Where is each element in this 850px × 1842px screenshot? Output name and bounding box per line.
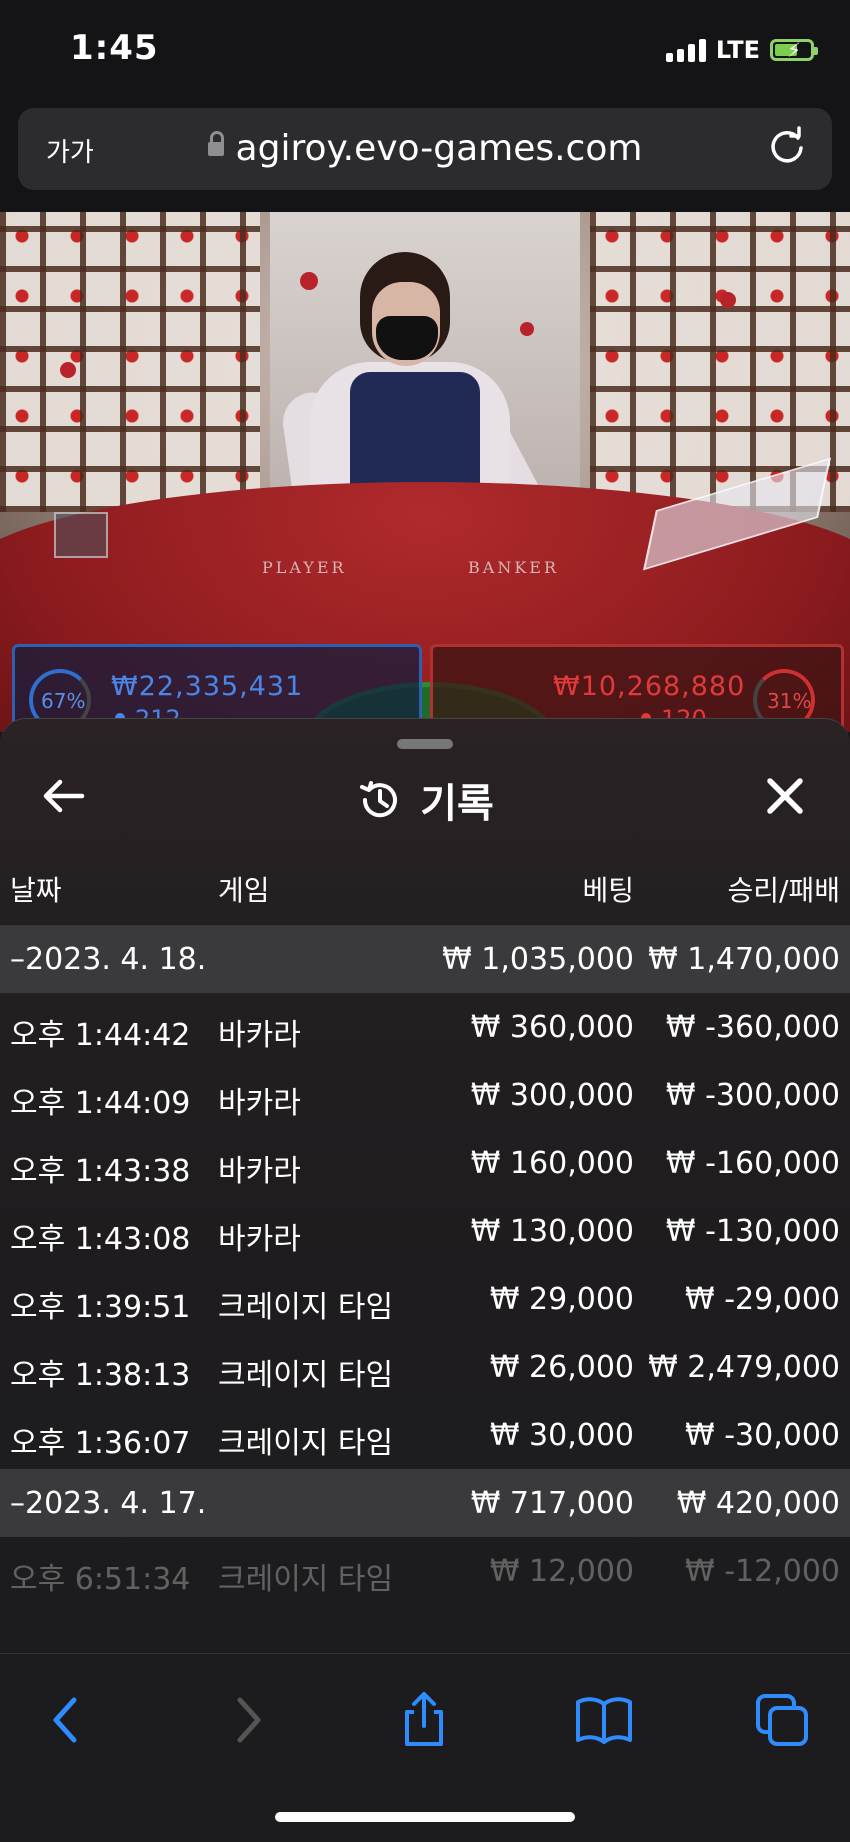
card-holder: [54, 512, 108, 558]
close-icon[interactable]: [758, 769, 812, 823]
status-indicators: LTE ⚡: [665, 36, 818, 64]
blossom-decor: [720, 292, 736, 308]
player-percent: 67%: [41, 689, 86, 713]
group-bet-total: ₩ 717,000: [470, 1486, 634, 1521]
row-bet: ₩ 160,000: [470, 1146, 634, 1181]
row-result: ₩ 2,479,000: [648, 1350, 840, 1385]
group-bet-total: ₩ 1,035,000: [442, 942, 634, 977]
group-date: –2023. 4. 17.: [10, 1486, 207, 1521]
row-game: 바카라: [218, 1222, 301, 1257]
row-time: 오후 6:51:34: [10, 1562, 191, 1597]
reload-icon[interactable]: [764, 124, 810, 170]
url-display[interactable]: agiroy.evo-games.com: [18, 128, 832, 169]
player-bet-amount: ₩22,335,431: [111, 671, 304, 702]
history-header: 기록: [0, 771, 850, 829]
network-label: LTE: [715, 36, 760, 64]
blossom-decor: [60, 362, 76, 378]
table-row[interactable]: 오후 6:51:34 크레이지 타임 ₩ 12,000 ₩ -12,000: [0, 1537, 850, 1605]
status-time: 1:45: [70, 28, 159, 68]
row-result: ₩ -160,000: [665, 1146, 840, 1181]
bookmarks-icon[interactable]: [574, 1690, 634, 1750]
group-result-total: ₩ 1,470,000: [648, 942, 840, 977]
row-game: 바카라: [218, 1086, 301, 1121]
column-header-game: 게임: [218, 874, 270, 907]
back-icon[interactable]: [36, 1690, 96, 1750]
row-result: ₩ -130,000: [665, 1214, 840, 1249]
history-icon: [360, 781, 398, 818]
date-group-row[interactable]: –2023. 4. 18. ₩ 1,035,000 ₩ 1,470,000: [0, 925, 850, 993]
row-time: 오후 1:39:51: [10, 1290, 191, 1325]
row-bet: ₩ 29,000: [489, 1282, 634, 1317]
home-indicator[interactable]: [275, 1812, 575, 1822]
blossom-decor: [300, 272, 318, 290]
column-header-bet: 베팅: [582, 874, 634, 907]
column-header-date: 날짜: [10, 874, 62, 907]
blossom-decor: [520, 322, 534, 336]
live-video-stream[interactable]: PLAYER BANKER 67% ₩22,335,431 212 ₩10,26…: [0, 212, 850, 732]
group-result-total: ₩ 420,000: [676, 1486, 840, 1521]
row-result: ₩ -29,000: [685, 1282, 840, 1317]
banker-bet-amount: ₩10,268,880: [553, 671, 746, 702]
table-row[interactable]: 오후 1:44:42 바카라 ₩ 360,000 ₩ -360,000: [0, 993, 850, 1061]
row-game: 바카라: [218, 1154, 301, 1189]
table-row[interactable]: 오후 1:44:09 바카라 ₩ 300,000 ₩ -300,000: [0, 1061, 850, 1129]
history-table: –2023. 4. 18. ₩ 1,035,000 ₩ 1,470,000 오후…: [0, 925, 850, 1605]
row-time: 오후 1:36:07: [10, 1426, 191, 1461]
battery-icon: ⚡: [770, 38, 818, 62]
table-label-banker: BANKER: [468, 558, 559, 577]
address-bar[interactable]: 가가 agiroy.evo-games.com: [18, 108, 832, 190]
history-title: 기록: [420, 781, 494, 827]
row-time: 오후 1:38:13: [10, 1358, 191, 1393]
row-game: 크레이지 타임: [218, 1290, 394, 1325]
row-time: 오후 1:43:38: [10, 1154, 191, 1189]
forward-icon[interactable]: [218, 1690, 278, 1750]
row-result: ₩ -360,000: [665, 1010, 840, 1045]
row-bet: ₩ 300,000: [470, 1078, 634, 1113]
row-result: ₩ -30,000: [685, 1418, 840, 1453]
row-game: 바카라: [218, 1018, 301, 1053]
row-bet: ₩ 360,000: [470, 1010, 634, 1045]
date-group-row[interactable]: –2023. 4. 17. ₩ 717,000 ₩ 420,000: [0, 1469, 850, 1537]
row-bet: ₩ 130,000: [470, 1214, 634, 1249]
table-row[interactable]: 오후 1:43:08 바카라 ₩ 130,000 ₩ -130,000: [0, 1197, 850, 1265]
signal-icon: [665, 38, 706, 62]
row-time: 오후 1:44:42: [10, 1018, 191, 1053]
table-row[interactable]: 오후 1:43:38 바카라 ₩ 160,000 ₩ -160,000: [0, 1129, 850, 1197]
row-bet: ₩ 26,000: [489, 1350, 634, 1385]
row-result: ₩ -300,000: [665, 1078, 840, 1113]
row-time: 오후 1:43:08: [10, 1222, 191, 1257]
tabs-icon[interactable]: [752, 1690, 812, 1750]
row-bet: ₩ 30,000: [489, 1418, 634, 1453]
url-text: agiroy.evo-games.com: [235, 128, 643, 169]
column-header-result: 승리/패배: [727, 874, 840, 907]
row-result: ₩ -12,000: [685, 1554, 840, 1589]
row-game: 크레이지 타임: [218, 1358, 394, 1393]
share-icon[interactable]: [394, 1690, 454, 1750]
browser-address-area: 가가 agiroy.evo-games.com: [0, 100, 850, 212]
group-date: –2023. 4. 18.: [10, 942, 207, 977]
table-row[interactable]: 오후 1:39:51 크레이지 타임 ₩ 29,000 ₩ -29,000: [0, 1265, 850, 1333]
row-game: 크레이지 타임: [218, 1562, 394, 1597]
table-label-player: PLAYER: [262, 558, 347, 577]
drag-handle[interactable]: [397, 739, 453, 749]
status-bar: 1:45 LTE ⚡: [0, 0, 850, 100]
row-time: 오후 1:44:09: [10, 1086, 191, 1121]
row-bet: ₩ 12,000: [489, 1554, 634, 1589]
history-panel: 기록 날짜 게임 베팅 승리/패배 –2023. 4. 18. ₩ 1,035,…: [0, 718, 850, 1654]
lock-icon: [207, 131, 224, 156]
row-game: 크레이지 타임: [218, 1426, 394, 1461]
background-screen-left: [0, 212, 260, 512]
banker-percent: 31%: [767, 689, 812, 713]
table-row[interactable]: 오후 1:36:07 크레이지 타임 ₩ 30,000 ₩ -30,000: [0, 1401, 850, 1469]
table-row[interactable]: 오후 1:38:13 크레이지 타임 ₩ 26,000 ₩ 2,479,000: [0, 1333, 850, 1401]
dealer-mask: [376, 316, 438, 360]
